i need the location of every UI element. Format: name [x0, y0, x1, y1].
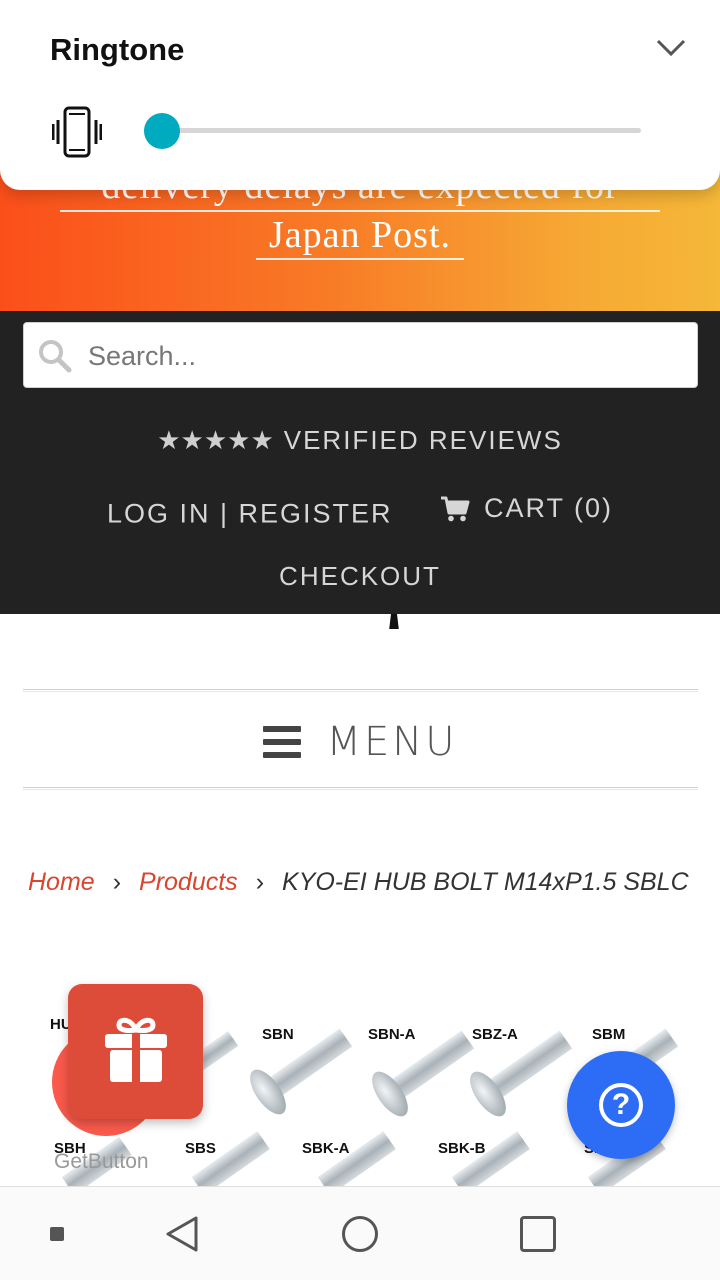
volume-slider-thumb[interactable] — [144, 113, 180, 149]
search-icon — [39, 340, 72, 373]
breadcrumb-products[interactable]: Products — [139, 868, 238, 896]
cart-link[interactable]: CART (0) — [440, 493, 613, 524]
volume-panel: Ringtone — [0, 0, 720, 190]
breadcrumb: Home › Products › KYO-EI HUB BOLT M14xP1.5 S… — [28, 868, 708, 897]
checkout-link[interactable]: CHECKOUT — [0, 561, 720, 592]
hamburger-icon — [262, 726, 301, 758]
gift-button[interactable] — [68, 984, 203, 1119]
account-row: LOG IN | REGISTER CART (0) — [0, 493, 720, 530]
cart-label: CART (0) — [484, 493, 614, 523]
back-icon[interactable] — [164, 1215, 200, 1253]
divider-top — [23, 689, 698, 692]
system-nav-bar — [0, 1186, 720, 1280]
getbutton-text: GetButton — [54, 1150, 149, 1173]
menu-toggle[interactable]: MENU — [0, 714, 720, 770]
question-icon: ? — [599, 1083, 643, 1127]
chevron-down-icon[interactable] — [656, 38, 686, 58]
top-header: Search... ★★★★★ VERIFIED REVIEWS LOG IN |… — [0, 311, 720, 614]
menu-label: MENU — [326, 719, 458, 765]
home-icon[interactable] — [342, 1216, 378, 1252]
recents-icon[interactable] — [520, 1216, 556, 1252]
search-bar[interactable]: Search... — [23, 322, 698, 388]
help-button[interactable]: ? — [567, 1051, 675, 1159]
divider-bottom — [23, 787, 698, 790]
verified-reviews-label: VERIFIED REVIEWS — [283, 425, 563, 455]
stars-icon: ★★★★★ — [157, 425, 274, 455]
banner-link-japan-post[interactable]: Japan Post. — [256, 212, 464, 260]
vibrate-icon[interactable] — [52, 106, 102, 158]
menu-dot-icon[interactable] — [50, 1227, 64, 1241]
logo-mark — [389, 614, 399, 629]
breadcrumb-home[interactable]: Home — [28, 868, 95, 896]
search-input[interactable]: Search... — [88, 323, 196, 389]
site-logo[interactable] — [0, 614, 720, 636]
login-register-link[interactable]: LOG IN | REGISTER — [107, 499, 393, 529]
page: delivery delays are expected for Japan P… — [0, 0, 720, 1280]
volume-slider-track[interactable] — [162, 128, 641, 133]
volume-panel-title: Ringtone — [50, 32, 185, 67]
cart-icon — [441, 496, 470, 521]
chevron-right-icon: › — [112, 868, 122, 896]
breadcrumb-current: KYO-EI HUB BOLT M14xP1.5 SBLC — [282, 868, 689, 896]
gift-icon — [105, 1017, 167, 1082]
chevron-right-icon: › — [255, 868, 265, 896]
verified-reviews-link[interactable]: ★★★★★ VERIFIED REVIEWS — [0, 425, 720, 456]
